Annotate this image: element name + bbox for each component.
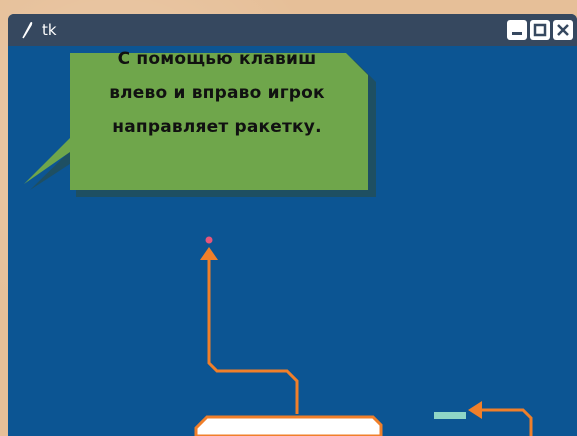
arrow-head-left xyxy=(468,401,482,419)
callout-line-1: С помощью клавиш xyxy=(117,49,317,69)
bottom-callout-box xyxy=(194,415,383,436)
callout-text: С помощью клавиш влево и вправо игрок на… xyxy=(84,42,350,144)
arrow-to-paddle xyxy=(480,408,533,436)
paddle xyxy=(434,412,466,419)
arrow-head-up xyxy=(200,247,218,260)
ball xyxy=(205,236,213,244)
arrow-to-ball xyxy=(207,256,299,414)
callout-line-3: направляет ракетку. xyxy=(112,117,322,137)
callout-line-2: влево и вправо игрок xyxy=(109,83,325,103)
